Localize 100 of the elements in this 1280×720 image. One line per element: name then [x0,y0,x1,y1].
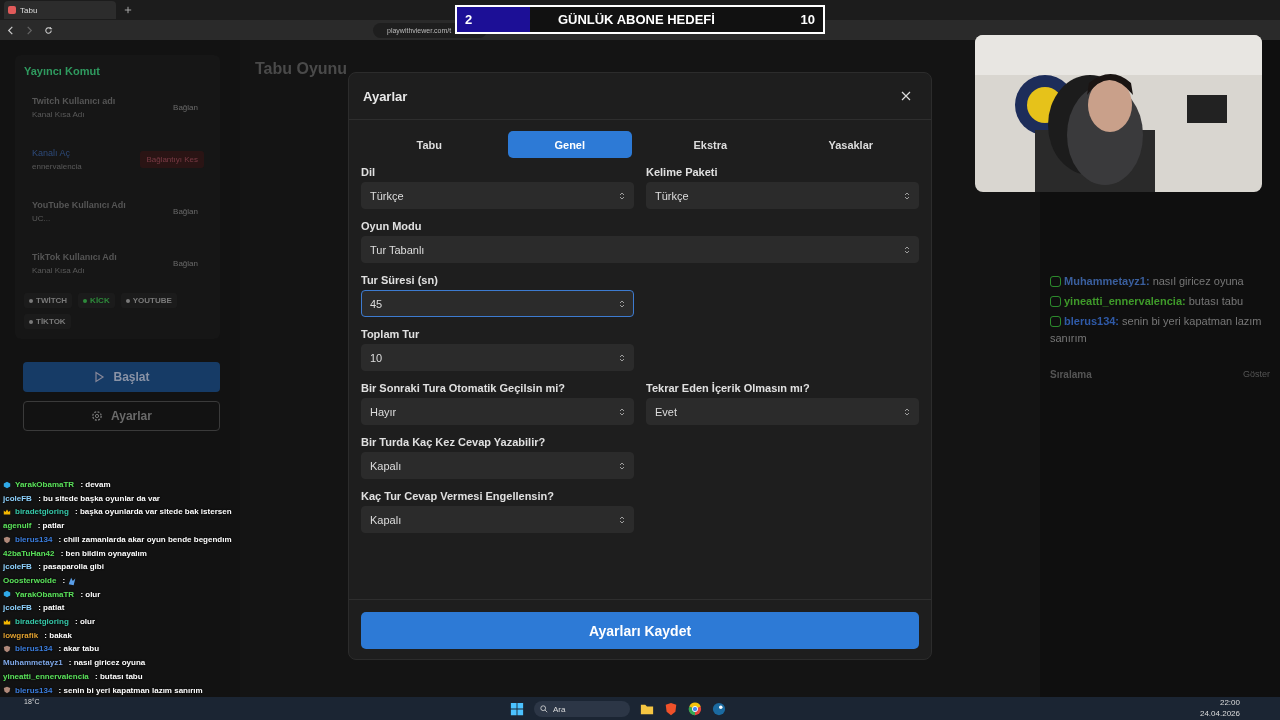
select-field[interactable]: Türkçe [646,182,919,209]
folder-icon[interactable] [640,702,654,716]
chat-message: jcoleFB : bu sitede başka oyunlar da var [3,492,161,505]
tab-favicon-icon [8,6,16,14]
chevron-icon [619,190,625,201]
kick-icon [1050,296,1061,307]
chat-message: Ooosterwolde : [3,573,232,588]
settings-tab[interactable]: Yasaklar [788,131,913,158]
shield-icon [3,645,11,654]
connect-button[interactable]: Bağlan [167,202,204,220]
chat-message: blerus134 : akar tabu [3,642,232,657]
chevron-icon [619,514,625,525]
kick-icon [1050,276,1061,287]
back-icon[interactable] [6,25,15,35]
chevron-icon [619,406,625,417]
chevron-icon [619,460,625,471]
status-dot [29,319,33,324]
chat-message: YarakObamaTR : devam [3,478,232,492]
chevron-icon [904,406,910,417]
panel-title: Yayıncı Komut [24,65,101,77]
shield-icon[interactable] [664,702,678,716]
field-label: Dil [361,166,377,178]
reload-icon[interactable] [44,25,53,35]
play-icon [93,371,106,383]
account-hint: ennervalencia [32,161,82,171]
kick-icon [1050,316,1061,327]
platform-tag: TİKTOK [24,314,71,329]
connect-button[interactable]: Bağlan [167,254,204,272]
account-hint: Kanal Kısa Adı [32,109,86,119]
platform-tag: YOUTUBE [120,293,177,308]
connect-button[interactable]: Bağlan [167,98,204,116]
account-label: Kanalı Aç [32,147,72,158]
clock[interactable]: 22:00 24.04.2026 [1199,698,1240,719]
cube-icon [3,590,11,599]
chat-message: lowgrafik : bakak [3,629,73,642]
browser-icon[interactable] [688,702,702,716]
crown-icon [3,508,11,517]
chat-message: blerus134: senin bi yeri kapatman lazım sanırım [1050,314,1263,346]
select-field[interactable]: 45 [361,290,634,317]
shield-icon [3,535,11,544]
new-tab-icon[interactable] [124,6,132,14]
account-label: Twitch Kullanıcı adı [32,95,116,106]
status-dot [125,298,130,303]
chat-message: jcoleFB : pasaparolla gibi [3,561,105,574]
close-icon[interactable] [901,91,911,101]
field-label: Kaç Tur Cevap Vermesi Engellensin? [361,490,555,502]
account-label: YouTube Kullanıcı Adı [32,199,126,210]
ranking-title: Sıralama [1050,369,1092,380]
settings-tab[interactable]: Tabu [367,131,492,158]
chat-message: YarakObamaTR : olur [3,587,232,602]
select-field[interactable]: Kapalı [361,506,634,533]
select-field[interactable]: Tur Tabanlı [361,236,919,263]
select-field[interactable]: Evet [646,398,919,425]
status-dot [29,298,33,303]
chevron-icon [619,352,625,363]
chat-message: agenulf : patlar [3,520,66,533]
goal-title: GÜNLÜK ABONE HEDEFİ [557,12,715,27]
platform-tag: TWİTCH [24,293,73,308]
select-field[interactable]: Kapalı [361,452,634,479]
browser-tab[interactable]: Tabu [4,1,116,19]
cube-icon [3,480,11,489]
crown-icon [3,617,11,626]
field-label: Oyun Modu [361,220,423,232]
account-hint: Kanal Kısa Adı [32,265,86,275]
search-icon [540,705,548,713]
settings-tab[interactable]: Ekstra [648,131,773,158]
status-dot [83,298,88,303]
chevron-icon [904,244,910,255]
field-label: Kelime Paketi [646,166,719,178]
chat-message: yineatti_ennervalencia : butası tabu [3,670,144,683]
field-label: Tur Süresi (sn) [361,274,439,286]
goal-target: 10 [800,12,815,27]
chat-message: blerus134 : chill zamanlarda akar oyun bende begendım [3,532,232,547]
select-field[interactable]: 10 [361,344,634,371]
field-label: Tekrar Eden İçerik Olmasın mı? [646,382,811,394]
account-label: TikTok Kullanıcı Adı [32,251,117,262]
dialog-title: Ayarlar [363,88,408,104]
start-icon[interactable] [510,702,524,716]
save-button[interactable]: Ayarları Kaydet [361,612,919,649]
field-label: Bir Turda Kaç Kez Cevap Yazabilir? [361,436,547,448]
chat-message: yineatti_ennervalencia: butası tabu [1050,293,1270,310]
start-button[interactable]: Başlat [23,362,220,392]
select-field[interactable]: Türkçe [361,182,634,209]
chat-message: biradetgloring : olur [3,615,232,629]
chat-message: biradetgloring : başka oyunlarda var sitede bak istersen [3,505,232,520]
chevron-icon [619,298,625,309]
select-field[interactable]: Hayır [361,398,634,425]
chat-message: Muhammetayz1 : nasıl giricez oyuna [3,657,147,670]
field-label: Bir Sonraki Tura Otomatik Geçilsin mi? [361,382,566,394]
chat-message: 42baTuHan42 : ben bildim oynayalım [3,547,148,560]
field-label: Toplam Tur [361,328,421,340]
chat-message: blerus134 : senin bi yeri kapatman lazım sanırım [3,683,232,698]
settings-icon [91,410,104,422]
chat-message: Muhammetayz1: nasıl giricez oyuna [1050,273,1270,290]
taskbar-search[interactable]: Ara [534,701,630,717]
chat-message: jcoleFB : patlat [3,602,66,615]
shield-icon [3,686,11,695]
emote-icon [67,575,78,586]
settings-tab[interactable]: Genel [507,131,632,158]
platform-tag: KİCK [78,293,115,308]
